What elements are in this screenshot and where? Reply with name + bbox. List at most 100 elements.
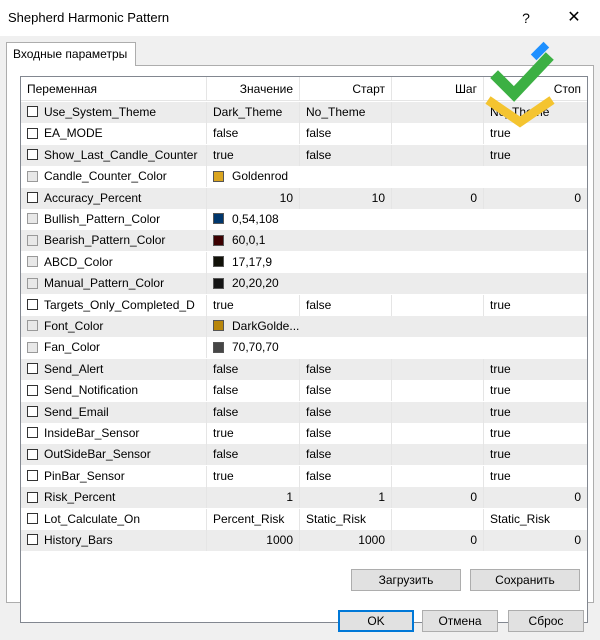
param-start[interactable]: 1 [300, 487, 392, 509]
param-start[interactable]: false [300, 444, 392, 466]
param-start[interactable]: false [300, 380, 392, 402]
cancel-button[interactable]: Отмена [422, 610, 498, 632]
param-value-cell[interactable]: 20,20,20 [207, 273, 587, 294]
close-button[interactable]: ✕ [560, 6, 588, 30]
optimize-checkbox[interactable] [27, 470, 38, 482]
param-start[interactable]: false [300, 358, 392, 380]
optimize-checkbox[interactable] [27, 534, 38, 546]
param-start[interactable]: 10 [300, 187, 392, 209]
param-value[interactable]: Dark_Theme [207, 102, 300, 123]
param-stop[interactable]: 0 [484, 530, 587, 551]
help-button[interactable]: ? [512, 6, 540, 30]
color-swatch[interactable] [213, 234, 224, 246]
param-step[interactable] [392, 444, 484, 466]
optimize-checkbox[interactable] [27, 491, 38, 503]
param-value-cell[interactable]: Goldenrod [207, 166, 587, 187]
table-row[interactable]: Bullish_Pattern_Color 0,54,108 [21, 209, 587, 230]
color-swatch[interactable] [213, 341, 224, 353]
table-row[interactable]: Candle_Counter_Color Goldenrod [21, 166, 587, 188]
header-variable[interactable]: Переменная [21, 77, 207, 101]
param-step[interactable] [392, 423, 484, 444]
param-stop[interactable]: Static_Risk [484, 509, 587, 530]
param-start[interactable]: false [300, 144, 392, 166]
param-value[interactable]: false [207, 380, 300, 402]
param-value[interactable]: true [207, 423, 300, 444]
param-start[interactable]: 1000 [300, 530, 392, 551]
table-row[interactable]: Font_Color DarkGolde... [21, 316, 587, 337]
optimize-checkbox[interactable] [27, 512, 38, 524]
param-step[interactable] [392, 465, 484, 487]
param-step[interactable] [392, 102, 484, 123]
param-value-cell[interactable]: 0,54,108 [207, 209, 587, 230]
table-row[interactable]: Bearish_Pattern_Color 60,0,1 [21, 230, 587, 252]
param-stop[interactable]: true [484, 402, 587, 423]
param-value[interactable]: Percent_Risk [207, 508, 300, 530]
param-step[interactable] [392, 380, 484, 402]
param-value[interactable]: false [207, 401, 300, 423]
param-stop[interactable]: true [484, 359, 587, 380]
param-value[interactable]: 1 [207, 487, 300, 509]
param-step[interactable] [392, 358, 484, 380]
param-value[interactable]: 1000 [207, 530, 300, 551]
optimize-checkbox[interactable] [27, 149, 38, 161]
table-row[interactable]: PinBar_Sensor true false true [21, 465, 587, 487]
table-row[interactable]: Send_Alert false false true [21, 358, 587, 380]
ok-button[interactable]: OK [338, 610, 414, 632]
param-stop[interactable]: 0 [484, 188, 587, 209]
table-row[interactable]: Lot_Calculate_On Percent_Risk Static_Risk S… [21, 508, 587, 530]
param-stop[interactable]: true [484, 380, 587, 401]
param-value[interactable]: 10 [207, 187, 300, 209]
param-start[interactable]: false [300, 423, 392, 444]
param-stop[interactable]: true [484, 145, 587, 166]
param-value-cell[interactable]: DarkGolde... [207, 316, 587, 337]
param-start[interactable]: No_Theme [300, 102, 392, 123]
param-value[interactable]: true [207, 294, 300, 316]
optimize-checkbox[interactable] [27, 405, 38, 417]
param-step[interactable] [392, 123, 484, 145]
header-step[interactable]: Шаг [392, 77, 484, 101]
param-step[interactable] [392, 144, 484, 166]
table-row[interactable]: OutSideBar_Sensor false false true [21, 444, 587, 466]
param-start[interactable]: false [300, 465, 392, 487]
reset-button[interactable]: Сброс [508, 610, 584, 632]
param-start[interactable]: false [300, 294, 392, 316]
optimize-checkbox[interactable] [27, 191, 38, 203]
table-row[interactable]: History_Bars 1000 1000 0 0 [21, 530, 587, 551]
param-stop[interactable]: true [484, 423, 587, 444]
optimize-checkbox[interactable] [27, 427, 38, 439]
color-swatch[interactable] [213, 256, 224, 268]
param-stop[interactable]: true [484, 444, 587, 465]
table-row[interactable]: Manual_Pattern_Color 20,20,20 [21, 273, 587, 295]
header-start[interactable]: Старт [300, 77, 392, 101]
table-row[interactable]: Send_Email false false true [21, 401, 587, 423]
param-value-cell[interactable]: 70,70,70 [207, 337, 587, 358]
param-value[interactable]: false [207, 444, 300, 466]
param-value-cell[interactable]: 60,0,1 [207, 230, 587, 251]
header-value[interactable]: Значение [207, 77, 300, 101]
load-button[interactable]: Загрузить [351, 569, 461, 591]
param-start[interactable]: Static_Risk [300, 508, 392, 530]
table-row[interactable]: InsideBar_Sensor true false true [21, 423, 587, 444]
color-swatch[interactable] [213, 170, 224, 182]
optimize-checkbox[interactable] [27, 127, 38, 139]
param-step[interactable]: 0 [392, 487, 484, 509]
table-row[interactable]: Risk_Percent 1 1 0 0 [21, 487, 587, 509]
optimize-checkbox[interactable] [27, 363, 38, 375]
param-value[interactable]: true [207, 144, 300, 166]
table-row[interactable]: Send_Notification false false true [21, 380, 587, 402]
param-value-cell[interactable]: 17,17,9 [207, 252, 587, 273]
table-row[interactable]: Fan_Color 70,70,70 [21, 337, 587, 359]
table-row[interactable]: Show_Last_Candle_Counter true false true [21, 144, 587, 166]
save-button[interactable]: Сохранить [470, 569, 580, 591]
optimize-checkbox[interactable] [27, 448, 38, 460]
tab-input-parameters[interactable]: Входные параметры [6, 42, 136, 66]
param-start[interactable]: false [300, 123, 392, 145]
param-step[interactable] [392, 294, 484, 316]
table-row[interactable]: ABCD_Color 17,17,9 [21, 251, 587, 273]
table-row[interactable]: Accuracy_Percent 10 10 0 0 [21, 187, 587, 209]
param-stop[interactable]: true [484, 466, 587, 487]
param-value[interactable]: false [207, 358, 300, 380]
param-stop[interactable]: true [484, 295, 587, 316]
param-value[interactable]: true [207, 465, 300, 487]
optimize-checkbox[interactable] [27, 384, 38, 396]
